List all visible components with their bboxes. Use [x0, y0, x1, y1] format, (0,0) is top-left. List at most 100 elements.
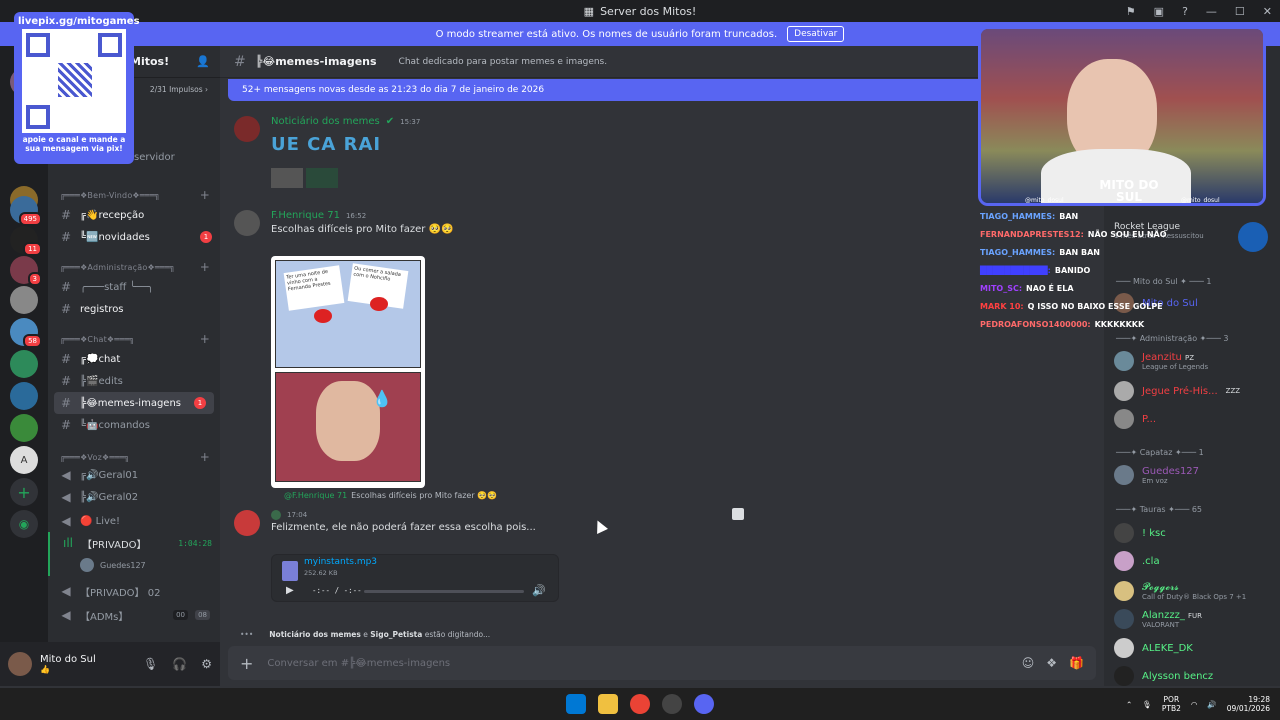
- play-icon[interactable]: ▶: [286, 585, 294, 596]
- voice-user-name: Guedes127: [100, 560, 146, 570]
- voice-privado02[interactable]: ◀ 【PRIVADO】 02: [48, 580, 220, 602]
- date: 09/01/2026: [1226, 704, 1270, 713]
- discord-icon[interactable]: [694, 694, 714, 714]
- close-button[interactable]: ✕: [1263, 5, 1272, 18]
- server-icon-3[interactable]: 495: [10, 196, 42, 226]
- language-indicator[interactable]: POR PTB2: [1162, 695, 1181, 713]
- file-name[interactable]: myinstants.mp3: [304, 557, 377, 567]
- channel-staff[interactable]: # ╭───staff ╰──╮: [48, 276, 220, 298]
- channel-topic[interactable]: Chat dedicado para postar memes e imagen…: [399, 57, 608, 67]
- meme-image[interactable]: Ter uma noite de vinho com a Fernanda Pr…: [271, 256, 425, 488]
- voice-adms[interactable]: ◀ 【ADMs】 00 08: [48, 604, 220, 626]
- add-channel-icon[interactable]: +: [200, 188, 210, 202]
- new-messages-bar[interactable]: 52+ mensagens novas desde as 21:23 do di…: [228, 79, 988, 101]
- screen-icon[interactable]: ▣: [1154, 5, 1164, 18]
- typing-suffix: estão digitando...: [422, 630, 491, 639]
- member-name: Alanzzz_: [1142, 609, 1185, 621]
- member-alysson[interactable]: Alysson bencz: [1114, 663, 1274, 686]
- obs-icon[interactable]: [662, 694, 682, 714]
- emoji-icon[interactable]: ☺: [1022, 656, 1035, 670]
- channel-comandos[interactable]: # ╚🤖comandos: [48, 414, 220, 436]
- apps-icon[interactable]: ❖: [1046, 656, 1057, 670]
- message-author[interactable]: Noticiário dos memes: [271, 116, 380, 127]
- composer-placeholder[interactable]: Conversar em #╠😂memes-imagens: [267, 658, 450, 669]
- audio-progress-bar[interactable]: [364, 590, 524, 593]
- add-channel-icon[interactable]: +: [200, 332, 210, 346]
- channel-recepcao[interactable]: # ╔👋recepção: [48, 204, 220, 226]
- disable-streamer-button[interactable]: Desativar: [787, 26, 845, 42]
- server-icon-8[interactable]: [10, 350, 38, 378]
- member-name: ! ksc: [1142, 527, 1166, 539]
- image-icon[interactable]: [732, 508, 744, 520]
- explore-icon[interactable]: ◉: [10, 510, 38, 538]
- settings-gear-icon[interactable]: ⚙: [201, 657, 212, 671]
- inbox-icon[interactable]: ⚑: [1126, 5, 1136, 18]
- channel-novidades[interactable]: # ╚🆕novidades 1: [48, 226, 220, 248]
- channel-label: ╚🆕novidades: [80, 231, 150, 243]
- channel-chat[interactable]: # ╔💭chat: [48, 348, 220, 370]
- category-bemvindo[interactable]: ╔═══❖Bem-Vindo❖═══╗ +: [48, 184, 220, 206]
- instagram-handle: @mito_dosul: [1025, 197, 1064, 204]
- maximize-button[interactable]: ☐: [1235, 5, 1245, 18]
- minimize-button[interactable]: —: [1206, 5, 1217, 18]
- add-server-icon[interactable]: +: [10, 478, 38, 506]
- member-pogger[interactable]: 𝓟𝓸𝓰𝓰𝓮𝓻𝓼 Call of Duty® Black Ops 7 +1: [1114, 578, 1274, 604]
- member-aleke[interactable]: ALEKE_DK: [1114, 635, 1274, 661]
- clock[interactable]: 19:28 09/01/2026: [1227, 695, 1270, 713]
- member-p[interactable]: P...: [1114, 406, 1274, 432]
- user-avatar[interactable]: [8, 652, 32, 676]
- channel-registros[interactable]: # registros: [48, 298, 220, 320]
- gift-icon[interactable]: 🎁: [1069, 656, 1084, 670]
- reply-reference[interactable]: @F.Henrique 71 Escolhas difíceis pro Mito…: [284, 491, 497, 500]
- member-cla[interactable]: .cla: [1114, 548, 1274, 574]
- mic-tray-icon[interactable]: 🎙: [1142, 700, 1152, 709]
- server-icon-9[interactable]: [10, 382, 38, 410]
- voice-user[interactable]: Guedes127: [48, 554, 220, 576]
- category-admin[interactable]: ╔═══❖Administração❖═══╗ +: [48, 256, 220, 278]
- add-channel-icon[interactable]: +: [200, 260, 210, 274]
- member-ksc[interactable]: ! ksc: [1114, 520, 1274, 546]
- server-icon-11[interactable]: A: [10, 446, 38, 474]
- server-icon-7[interactable]: 58: [10, 318, 42, 348]
- member-guedes[interactable]: Guedes127 Em voz: [1114, 462, 1274, 488]
- headphones-icon[interactable]: 🎧: [172, 657, 187, 671]
- server-icon-6[interactable]: [10, 286, 38, 314]
- server-icon-10[interactable]: [10, 414, 38, 442]
- volume-icon[interactable]: 🔊: [532, 584, 546, 597]
- server-icon-4[interactable]: 11: [10, 226, 42, 256]
- add-channel-icon[interactable]: +: [200, 450, 210, 464]
- attach-plus-icon[interactable]: +: [240, 654, 253, 673]
- chrome-icon[interactable]: [630, 694, 650, 714]
- message-composer[interactable]: + Conversar em #╠😂memes-imagens ☺ ❖ 🎁: [228, 646, 1096, 680]
- member-name: .cla: [1142, 555, 1160, 567]
- message-time: 16:52: [345, 211, 367, 220]
- stream-chat-user: TIAGO_HAMMES:: [980, 248, 1056, 257]
- avatar[interactable]: [234, 116, 260, 142]
- voice-geral02[interactable]: ◀ ╠🔊Geral02: [48, 486, 220, 508]
- avatar[interactable]: [234, 210, 260, 236]
- voice-live[interactable]: ◀ 🔴 Live!: [48, 510, 220, 532]
- member-alanzzz[interactable]: Alanzzz_ FUR VALORANT: [1114, 606, 1274, 632]
- file-explorer-icon[interactable]: [598, 694, 618, 714]
- wifi-icon[interactable]: ◠: [1191, 700, 1198, 709]
- voice-geral01[interactable]: ◀ ╔🔊Geral01: [48, 464, 220, 486]
- volume-tray-icon[interactable]: 🔊: [1207, 700, 1216, 709]
- start-icon[interactable]: [566, 694, 586, 714]
- member-jeanzitu[interactable]: Jeanzitu PZ League of Legends: [1114, 348, 1274, 374]
- voice-privado[interactable]: ıll 【PRIVADO】 1:04:28: [48, 532, 220, 554]
- hash-icon: #: [234, 53, 246, 70]
- channel-memes-imagens[interactable]: # ╠😂memes-imagens 1: [54, 392, 214, 414]
- channel-edits[interactable]: # ╠🎬edits: [48, 370, 220, 392]
- add-member-icon[interactable]: 👤: [196, 55, 210, 68]
- chevron-up-icon[interactable]: ⌃: [1126, 700, 1132, 709]
- hash-icon: #: [60, 418, 72, 432]
- category-chat[interactable]: ╔═══❖Chat❖═══╗ +: [48, 328, 220, 350]
- message-author[interactable]: F.Henrique 71: [271, 210, 340, 221]
- avatar[interactable]: [234, 510, 260, 536]
- server-icon-5[interactable]: 3: [10, 256, 42, 286]
- help-icon[interactable]: ?: [1182, 5, 1188, 18]
- member-jegue[interactable]: Jegue Pré-His... ZZZ: [1114, 378, 1274, 404]
- microphone-icon[interactable]: 🎙: [143, 657, 158, 671]
- member-activity: League of Legends: [1142, 362, 1209, 371]
- server-guide-link[interactable]: servidor: [134, 146, 220, 168]
